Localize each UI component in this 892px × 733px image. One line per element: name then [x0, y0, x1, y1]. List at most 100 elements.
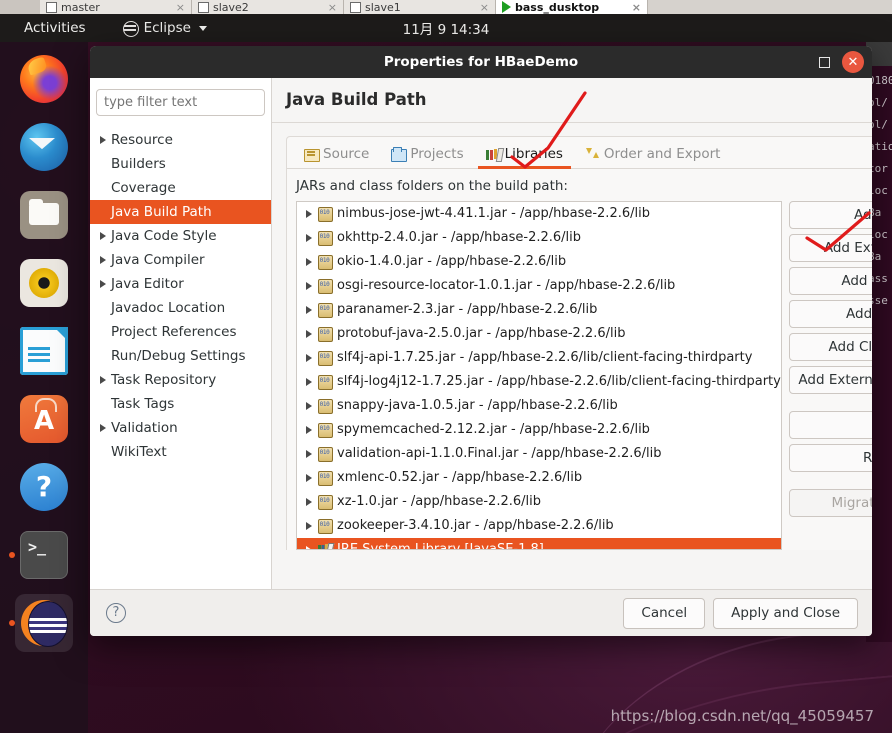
twisty-icon[interactable]: [301, 353, 317, 362]
list-item-label: slf4j-log4j12-1.7.25.jar - /app/hbase-2.…: [337, 374, 781, 390]
twisty-icon[interactable]: [95, 136, 111, 144]
sidebar-item-run-debug-settings[interactable]: Run/Debug Settings: [90, 344, 271, 368]
tab-label: Source: [323, 145, 370, 162]
list-item[interactable]: spymemcached-2.12.2.jar - /app/hbase-2.2…: [297, 418, 781, 442]
sidebar-item-javadoc-location[interactable]: Javadoc Location: [90, 296, 271, 320]
ubuntu-dock: [0, 42, 88, 733]
twisty-icon[interactable]: [301, 497, 317, 506]
twisty-icon[interactable]: [301, 305, 317, 314]
tab-projects[interactable]: Projects: [383, 146, 471, 168]
window-tab-slave1[interactable]: slave1 ×: [344, 0, 496, 14]
close-icon[interactable]: ×: [480, 1, 489, 14]
sidebar-item-coverage[interactable]: Coverage: [90, 176, 271, 200]
window-tab-slave2[interactable]: slave2 ×: [192, 0, 344, 14]
sidebar-item-java-editor[interactable]: Java Editor: [90, 272, 271, 296]
list-item[interactable]: validation-api-1.1.0.Final.jar - /app/hb…: [297, 442, 781, 466]
twisty-icon[interactable]: [301, 425, 317, 434]
close-icon[interactable]: ×: [176, 1, 185, 14]
jar-list[interactable]: nimbus-jose-jwt-4.41.1.jar - /app/hbase-…: [296, 200, 782, 550]
sidebar-item-java-code-style[interactable]: Java Code Style: [90, 224, 271, 248]
filter-box[interactable]: ✕: [96, 89, 294, 116]
tab-libraries[interactable]: Libraries: [477, 146, 572, 169]
sidebar-item-java-compiler[interactable]: Java Compiler: [90, 248, 271, 272]
remove-button[interactable]: Remove: [788, 443, 872, 472]
add-external-jars-button[interactable]: Add External JARs...: [788, 233, 872, 262]
add-variable-button[interactable]: Add Variable...: [788, 266, 872, 295]
cancel-button[interactable]: Cancel: [623, 597, 706, 629]
list-item[interactable]: okio-1.4.0.jar - /app/hbase-2.2.6/lib: [297, 250, 781, 274]
tab-order-and-export[interactable]: Order and Export: [577, 146, 729, 168]
twisty-icon[interactable]: [95, 280, 111, 288]
list-item[interactable]: protobuf-java-2.5.0.jar - /app/hbase-2.2…: [297, 322, 781, 346]
dock-item-ubuntu-software[interactable]: [15, 390, 73, 448]
twisty-icon[interactable]: [301, 401, 317, 410]
rhythmbox-icon: [20, 259, 68, 307]
twisty-icon[interactable]: [301, 257, 317, 266]
dock-item-thunderbird[interactable]: [15, 118, 73, 176]
list-item[interactable]: zookeeper-3.4.10.jar - /app/hbase-2.2.6/…: [297, 514, 781, 538]
help-icon[interactable]: ?: [106, 603, 126, 623]
twisty-icon[interactable]: [301, 449, 317, 458]
window-tab-bass-dusktop[interactable]: bass_dusktop ×: [496, 0, 648, 14]
tab-source[interactable]: Source: [296, 146, 377, 168]
dialog-titlebar[interactable]: Properties for HBaeDemo ✕: [90, 46, 872, 78]
twisty-icon[interactable]: [95, 256, 111, 264]
dock-item-libreoffice-writer[interactable]: [15, 322, 73, 380]
twisty-icon[interactable]: [301, 209, 317, 218]
list-item[interactable]: slf4j-api-1.7.25.jar - /app/hbase-2.2.6/…: [297, 346, 781, 370]
close-icon[interactable]: ✕: [842, 51, 864, 73]
list-item[interactable]: slf4j-log4j12-1.7.25.jar - /app/hbase-2.…: [297, 370, 781, 394]
add-class-folder-button[interactable]: Add Class Folder...: [788, 332, 872, 361]
twisty-icon[interactable]: [301, 233, 317, 242]
list-item[interactable]: xz-1.0.jar - /app/hbase-2.2.6/lib: [297, 490, 781, 514]
dock-item-rhythmbox[interactable]: [15, 254, 73, 312]
sidebar-item-java-build-path[interactable]: Java Build Path: [90, 200, 271, 224]
sidebar-item-task-tags[interactable]: Task Tags: [90, 392, 271, 416]
window-tab-master[interactable]: master ×: [40, 0, 192, 14]
close-icon[interactable]: ×: [632, 1, 641, 14]
sidebar-item-project-references[interactable]: Project References: [90, 320, 271, 344]
twisty-icon[interactable]: [301, 281, 317, 290]
twisty-icon[interactable]: [301, 377, 317, 386]
twisty-icon[interactable]: [95, 232, 111, 240]
close-icon[interactable]: ×: [328, 1, 337, 14]
list-item[interactable]: xmlenc-0.52.jar - /app/hbase-2.2.6/lib: [297, 466, 781, 490]
list-and-buttons: nimbus-jose-jwt-4.41.1.jar - /app/hbase-…: [296, 200, 872, 550]
app-menu-eclipse[interactable]: Eclipse: [122, 20, 207, 37]
jar-icon: [317, 446, 333, 463]
list-item[interactable]: osgi-resource-locator-1.0.1.jar - /app/h…: [297, 274, 781, 298]
dock-item-help[interactable]: [15, 458, 73, 516]
terminal-tab-icon: [46, 1, 57, 13]
sidebar-item-resource[interactable]: Resource: [90, 128, 271, 152]
list-item[interactable]: paranamer-2.3.jar - /app/hbase-2.2.6/lib: [297, 298, 781, 322]
activities-button[interactable]: Activities: [24, 20, 86, 36]
sidebar-item-validation[interactable]: Validation: [90, 416, 271, 440]
add-external-class-folder-button[interactable]: Add External Class Folder...: [788, 365, 872, 394]
list-item[interactable]: okhttp-2.4.0.jar - /app/hbase-2.2.6/lib: [297, 226, 781, 250]
jar-icon: [317, 470, 333, 487]
list-item[interactable]: snappy-java-1.0.5.jar - /app/hbase-2.2.6…: [297, 394, 781, 418]
dock-item-eclipse[interactable]: [9, 594, 73, 652]
add-jars-button[interactable]: Add JARs...: [788, 200, 872, 229]
twisty-icon[interactable]: [301, 521, 317, 530]
search-input[interactable]: [104, 95, 274, 110]
sidebar-item-wikitext[interactable]: WikiText: [90, 440, 271, 464]
twisty-icon[interactable]: [301, 545, 317, 549]
sidebar-item-task-repository[interactable]: Task Repository: [90, 368, 271, 392]
twisty-icon[interactable]: [301, 473, 317, 482]
maximize-icon[interactable]: [819, 56, 830, 68]
list-item[interactable]: nimbus-jose-jwt-4.41.1.jar - /app/hbase-…: [297, 202, 781, 226]
twisty-icon[interactable]: [95, 424, 111, 432]
eclipse-icon: [20, 599, 68, 647]
twisty-icon[interactable]: [301, 329, 317, 338]
apply-and-close-button[interactable]: Apply and Close: [713, 597, 858, 629]
twisty-icon[interactable]: [95, 376, 111, 384]
dock-item-files[interactable]: [15, 186, 73, 244]
edit-button[interactable]: Edit...: [788, 410, 872, 439]
gnome-top-bar: Activities Eclipse 11月 9 14:34: [0, 14, 892, 42]
add-library-button[interactable]: Add Library...: [788, 299, 872, 328]
sidebar-item-builders[interactable]: Builders: [90, 152, 271, 176]
dock-item-firefox[interactable]: [15, 50, 73, 108]
list-item-selected[interactable]: JRE System Library [JavaSE-1.8]: [297, 537, 781, 549]
dock-item-terminal[interactable]: [9, 526, 73, 584]
